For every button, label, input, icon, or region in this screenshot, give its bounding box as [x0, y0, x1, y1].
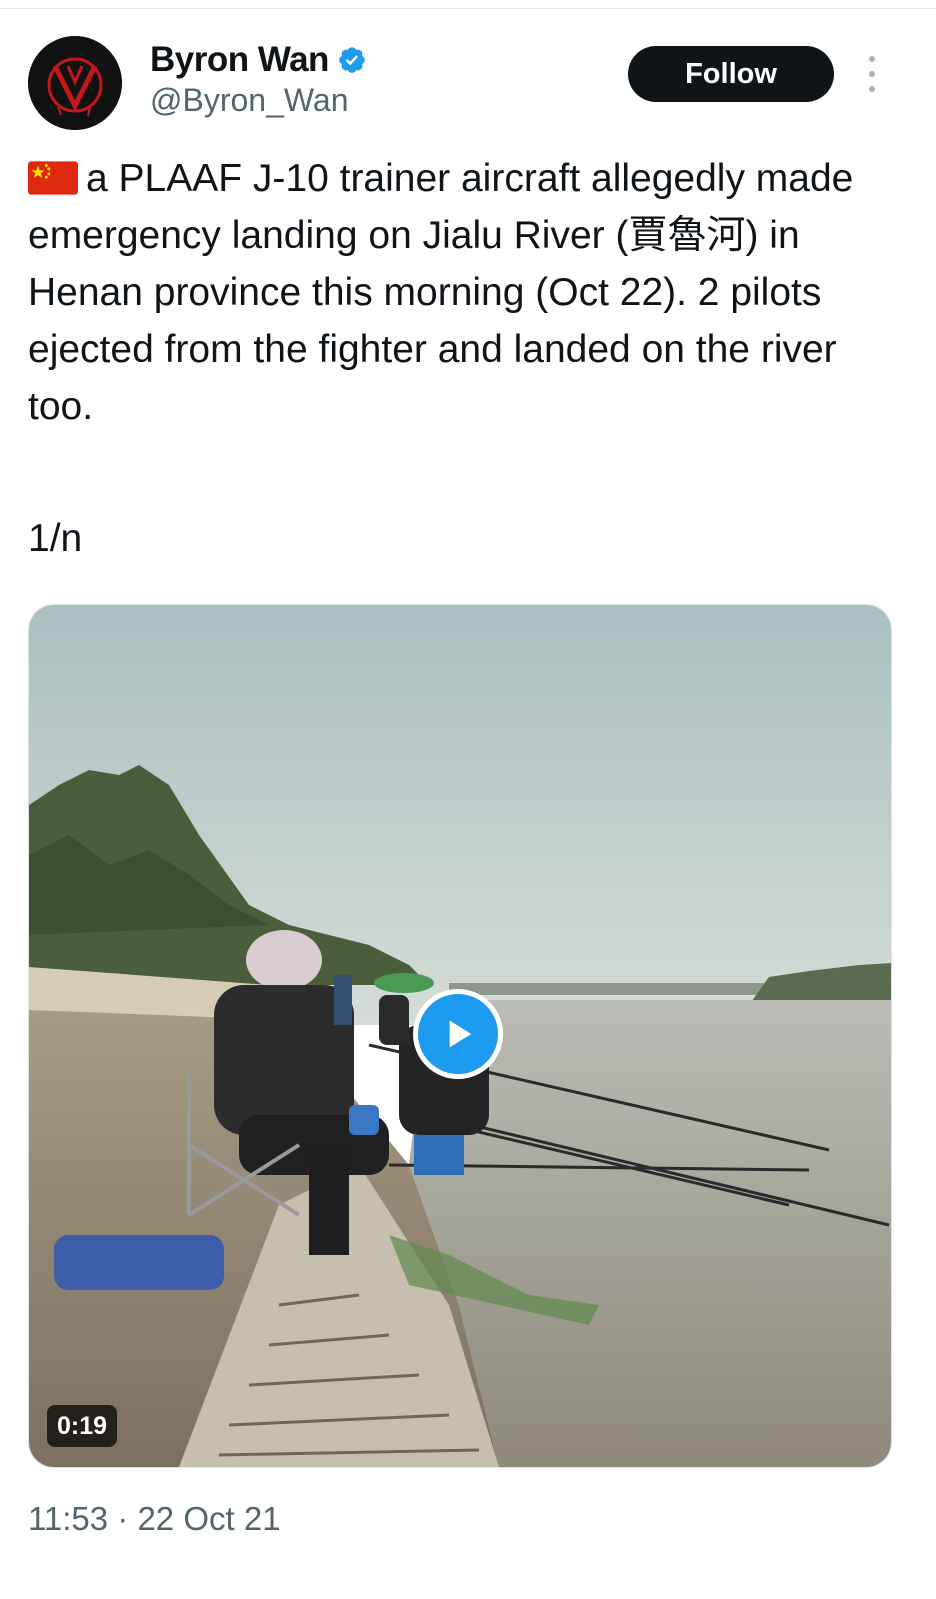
china-flag-icon [28, 154, 78, 195]
follow-button[interactable]: Follow [628, 46, 834, 102]
display-name[interactable]: Byron Wan [150, 40, 329, 80]
video-player[interactable]: 0:19 [28, 604, 892, 1468]
author-handle[interactable]: @Byron_Wan [150, 82, 348, 119]
thread-marker: 1/n [28, 517, 83, 560]
verified-badge-icon [337, 45, 367, 75]
author-name-row[interactable]: Byron Wan [150, 40, 367, 80]
tweet-page: Byron Wan @Byron_Wan Follow a PLAAF J-10… [0, 0, 936, 1599]
more-vertical-icon[interactable] [858, 56, 886, 92]
divider [0, 8, 936, 9]
v-mask-logo-icon [28, 36, 122, 130]
tweet-body: a PLAAF J-10 trainer aircraft allegedly … [28, 157, 854, 428]
play-icon[interactable] [413, 989, 503, 1079]
video-duration-badge: 0:19 [47, 1405, 118, 1447]
tweet-timestamp[interactable]: 11:53 · 22 Oct 21 [28, 1500, 281, 1538]
avatar[interactable] [28, 36, 122, 130]
tweet-text: a PLAAF J-10 trainer aircraft allegedly … [28, 150, 888, 435]
